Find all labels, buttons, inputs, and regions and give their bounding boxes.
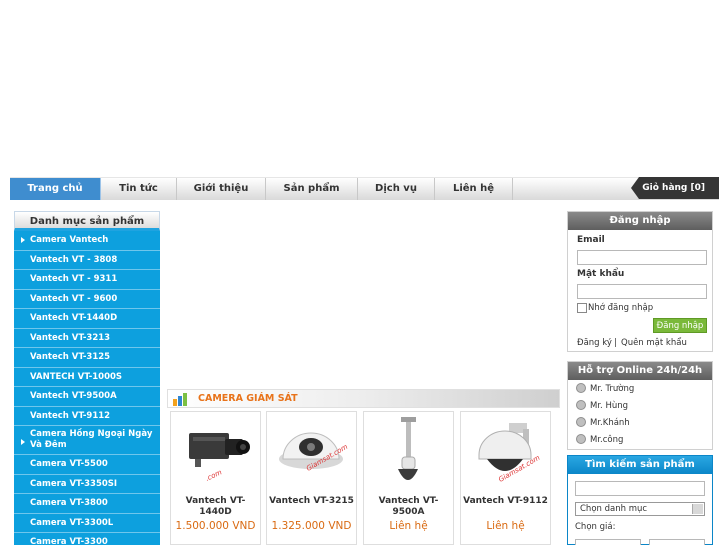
search-input[interactable]	[575, 481, 705, 496]
product-card[interactable]: Giamsat.com Vantech VT-3215 1.325.000 VN…	[266, 411, 357, 545]
support-icon	[576, 417, 586, 427]
support-contact[interactable]: Mr.Khánh	[576, 417, 630, 428]
category-item[interactable]: Camera VT-3800	[14, 494, 160, 514]
category-item[interactable]: VANTECH VT-1000S	[14, 367, 160, 387]
product-price: Liên hệ	[389, 520, 428, 532]
arrow-right-icon	[21, 237, 25, 243]
register-link[interactable]: Đăng ký	[577, 338, 612, 348]
product-card[interactable]: Vantech VT-9500A Liên hệ	[363, 411, 454, 545]
price-label: Chọn giá:	[575, 522, 616, 532]
nav-home[interactable]: Trang chủ	[10, 178, 101, 200]
product-name: Vantech VT-9112	[463, 496, 548, 506]
category-panel: Danh mục sản phẩm Camera Vantech Vantech…	[14, 211, 160, 545]
nav-contact[interactable]: Liên hệ	[435, 178, 513, 200]
support-contact[interactable]: Mr. Hùng	[576, 400, 628, 411]
search-title: Tìm kiếm sản phẩm	[568, 456, 712, 474]
dome-camera-image: Giamsat.com	[279, 432, 349, 473]
category-item[interactable]: Camera Hồng Ngoại Ngày Và Đêm	[14, 426, 160, 455]
support-icon	[576, 383, 586, 393]
main-nav: Trang chủ Tin tức Giới thiệu Sản phẩm Dị…	[10, 177, 719, 200]
product-price: Liên hệ	[486, 520, 525, 532]
category-list: Camera Vantech Vantech VT - 3808 Vantech…	[14, 231, 160, 545]
svg-text:.com: .com	[204, 468, 223, 483]
ptz-camera-image: Giamsat.com	[478, 423, 542, 484]
category-item[interactable]: Vantech VT - 9311	[14, 270, 160, 290]
support-title: Hỗ trợ Online 24h/24h	[568, 362, 712, 380]
login-button[interactable]: Đăng nhập	[653, 318, 707, 333]
chevron-down-icon	[692, 504, 703, 514]
forgot-password-link[interactable]: Quên mật khẩu	[621, 338, 687, 348]
box-camera-image: .com	[189, 433, 250, 483]
support-box: Hỗ trợ Online 24h/24h Mr. Trường Mr. Hùn…	[567, 361, 713, 450]
link-separator: |	[614, 338, 617, 348]
category-item[interactable]: Camera Vantech	[14, 231, 160, 251]
category-item[interactable]: Vantech VT-9112	[14, 406, 160, 426]
product-card[interactable]: Giamsat.com Vantech VT-9112 Liên hệ	[460, 411, 551, 545]
nav-services[interactable]: Dịch vụ	[358, 178, 435, 200]
product-name: Vantech VT-9500A	[378, 496, 439, 517]
remember-label: Nhớ đăng nhập	[588, 303, 654, 313]
product-section-header: CAMERA GIÁM SÁT	[167, 389, 560, 408]
product-name: Vantech VT-3215	[269, 496, 354, 506]
product-name: Vantech VT-1440D	[185, 496, 246, 517]
product-card[interactable]: .com Vantech VT-1440D 1.500.000 VND	[170, 411, 261, 545]
email-label: Email	[577, 235, 605, 245]
product-price: 1.500.000 VND	[175, 520, 256, 532]
search-box: Tìm kiếm sản phẩm Chọn danh mục Chọn giá…	[567, 455, 713, 545]
password-field[interactable]	[577, 284, 707, 299]
category-item[interactable]: Camera VT-3300L	[14, 513, 160, 533]
category-item[interactable]: Camera VT-3350SI	[14, 474, 160, 494]
nav-about[interactable]: Giới thiệu	[177, 178, 266, 200]
support-contact[interactable]: Mr.công	[576, 434, 623, 445]
category-select[interactable]: Chọn danh mục	[575, 502, 705, 516]
support-icon	[576, 434, 586, 444]
bar-chart-icon	[173, 393, 187, 406]
login-box: Đăng nhập Email Mật khẩu Nhớ đăng nhập Đ…	[567, 211, 713, 352]
speed-dome-camera-image	[398, 417, 418, 480]
product-price: 1.325.000 VND	[271, 520, 352, 532]
remember-checkbox[interactable]	[577, 303, 587, 313]
nav-news[interactable]: Tin tức	[101, 178, 177, 200]
section-title: CAMERA GIÁM SÁT	[198, 393, 298, 404]
category-item[interactable]: Camera VT-5500	[14, 455, 160, 475]
support-contact[interactable]: Mr. Trường	[576, 383, 634, 394]
category-item[interactable]: Vantech VT-3125	[14, 348, 160, 368]
category-item[interactable]: Camera VT-3300	[14, 533, 160, 545]
email-field[interactable]	[577, 250, 707, 265]
category-item[interactable]: Vantech VT-3213	[14, 328, 160, 348]
category-title: Danh mục sản phẩm	[14, 211, 160, 231]
price-from-select[interactable]	[575, 539, 641, 545]
category-item[interactable]: Vantech VT - 9600	[14, 289, 160, 309]
password-label: Mật khẩu	[577, 269, 625, 279]
arrow-right-icon	[21, 439, 25, 445]
price-to-select[interactable]	[649, 539, 705, 545]
nav-products[interactable]: Sản phẩm	[266, 178, 358, 200]
category-item[interactable]: Vantech VT - 3808	[14, 250, 160, 270]
cart-button[interactable]: Giỏ hàng [0]	[631, 177, 719, 199]
category-item[interactable]: Vantech VT-9500A	[14, 387, 160, 407]
category-item[interactable]: Vantech VT-1440D	[14, 309, 160, 329]
support-icon	[576, 400, 586, 410]
login-title: Đăng nhập	[568, 212, 712, 230]
